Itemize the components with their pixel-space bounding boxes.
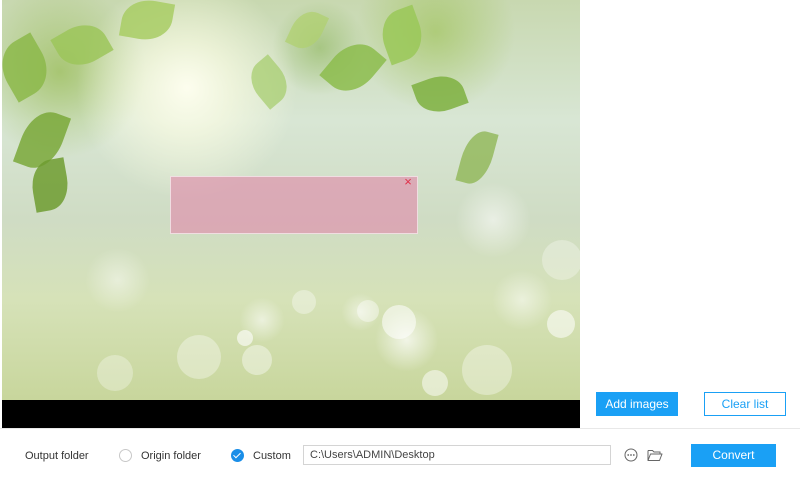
app-window: × Add images Clear list Output folder Or… xyxy=(0,0,800,477)
image-list-panel[interactable] xyxy=(582,0,800,428)
preview-bottom-bar xyxy=(2,400,580,428)
leaf-decoration xyxy=(241,54,297,110)
leaf-decoration xyxy=(2,32,58,103)
bokeh-decoration xyxy=(547,310,575,338)
bokeh-decoration xyxy=(177,335,221,379)
bokeh-decoration xyxy=(462,345,512,395)
folder-open-icon[interactable] xyxy=(647,448,663,462)
leaf-decoration xyxy=(455,127,499,188)
leaf-decoration xyxy=(319,32,387,103)
bokeh-decoration xyxy=(422,370,448,396)
leaf-decoration xyxy=(284,5,330,55)
add-images-button[interactable]: Add images xyxy=(596,392,678,416)
bokeh-decoration xyxy=(242,345,272,375)
ellipsis-circle-icon[interactable] xyxy=(624,448,638,462)
origin-folder-label[interactable]: Origin folder xyxy=(141,449,201,463)
bokeh-decoration xyxy=(97,355,133,391)
output-folder-label: Output folder xyxy=(25,450,89,462)
watermark-selection-box[interactable]: × xyxy=(170,175,418,234)
leaf-decoration xyxy=(411,68,469,120)
clear-list-button[interactable]: Clear list xyxy=(704,392,786,416)
origin-folder-radio[interactable] xyxy=(119,449,132,462)
bokeh-decoration xyxy=(237,330,253,346)
leaf-decoration xyxy=(118,0,176,45)
convert-button[interactable]: Convert xyxy=(691,444,776,467)
custom-folder-radio[interactable] xyxy=(231,449,244,462)
custom-folder-label[interactable]: Custom xyxy=(253,449,291,463)
custom-path-input[interactable] xyxy=(303,445,611,465)
bokeh-decoration xyxy=(542,240,580,280)
close-icon[interactable]: × xyxy=(401,175,415,189)
leaf-decoration xyxy=(50,15,114,75)
bokeh-decoration xyxy=(357,300,379,322)
bokeh-decoration xyxy=(292,290,316,314)
image-preview: × xyxy=(2,0,580,400)
bokeh-decoration xyxy=(382,305,416,339)
output-settings-bar: Output folder Origin folder Custom Conve… xyxy=(0,428,800,477)
